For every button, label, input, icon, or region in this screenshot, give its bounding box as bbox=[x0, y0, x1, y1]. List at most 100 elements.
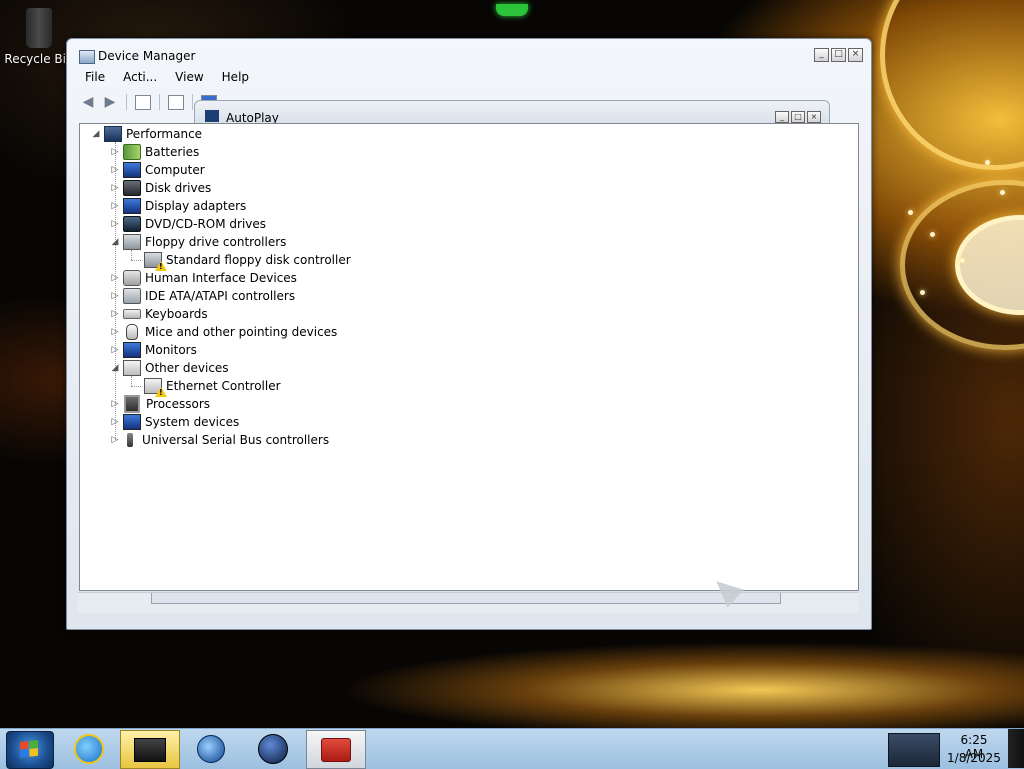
mouse-icon bbox=[126, 324, 138, 340]
tree-item-dvd-drives[interactable]: ▷ DVD/CD-ROM drives bbox=[109, 215, 266, 233]
expand-arrow-icon[interactable]: ▷ bbox=[109, 417, 121, 427]
tree-item-floppy-controllers[interactable]: ◢ Floppy drive controllers bbox=[109, 233, 286, 251]
desktop-icon-recycle-bin[interactable]: Recycle Bin bbox=[4, 8, 74, 66]
tree-item-label: Human Interface Devices bbox=[145, 271, 297, 285]
back-arrow-icon[interactable]: ◀ bbox=[79, 94, 97, 110]
tree-item-mice[interactable]: ▷ Mice and other pointing devices bbox=[109, 323, 337, 341]
tree-item-label: Processors bbox=[146, 397, 211, 411]
collapse-arrow-icon[interactable]: ◢ bbox=[109, 237, 121, 247]
expand-arrow-icon[interactable]: ▷ bbox=[109, 219, 121, 229]
tree-connector bbox=[131, 260, 141, 261]
tree-item-standard-floppy-controller[interactable]: Standard floppy disk controller bbox=[142, 251, 351, 271]
tray-camera-icon[interactable] bbox=[888, 733, 940, 767]
tree-item-label: DVD/CD-ROM drives bbox=[145, 217, 267, 231]
device-manager-icon bbox=[79, 50, 95, 64]
media-player-icon bbox=[197, 734, 225, 763]
tree-item-keyboards[interactable]: ▷ Keyboards bbox=[109, 305, 208, 323]
expand-arrow-icon[interactable]: ▷ bbox=[109, 165, 121, 175]
tree-item-processors[interactable]: ▷ Processors bbox=[109, 395, 210, 413]
tree-item-batteries[interactable]: ▷ Batteries bbox=[109, 143, 199, 161]
show-desktop-button[interactable] bbox=[1008, 729, 1024, 768]
processor-icon bbox=[124, 395, 140, 413]
expand-arrow-icon[interactable]: ▷ bbox=[109, 183, 121, 193]
expand-arrow-icon[interactable]: ▷ bbox=[109, 273, 121, 283]
expand-arrow-icon[interactable]: ▷ bbox=[109, 345, 121, 355]
wallpaper-sparkle bbox=[908, 210, 913, 215]
menu-action[interactable]: Acti... bbox=[117, 69, 163, 87]
tree-root-label: Performance bbox=[126, 127, 203, 141]
taskbar-app-media-player[interactable] bbox=[182, 730, 240, 767]
device-tree[interactable]: ◢ Performance ▷ Batteries ▷ Computer ▷ D… bbox=[79, 123, 859, 591]
autoplay-icon bbox=[205, 110, 219, 122]
console-tree-icon bbox=[135, 94, 151, 110]
tree-item-computer[interactable]: ▷ Computer bbox=[109, 161, 205, 179]
window-controls: _ □ × bbox=[814, 48, 863, 62]
dvd-drive-icon bbox=[123, 216, 141, 232]
ethernet-controller-warning-icon bbox=[144, 378, 167, 397]
collapse-arrow-icon[interactable]: ◢ bbox=[90, 129, 102, 139]
start-button[interactable] bbox=[6, 731, 54, 769]
expand-arrow-icon[interactable]: ▷ bbox=[109, 291, 121, 301]
toolbar-separator bbox=[192, 94, 193, 110]
expand-arrow-icon[interactable]: ▷ bbox=[109, 309, 121, 319]
ie-icon bbox=[74, 733, 104, 764]
collapse-arrow-icon[interactable]: ◢ bbox=[109, 363, 121, 373]
taskbar-app-toolbox[interactable] bbox=[306, 730, 366, 769]
taskbar-app-internet-explorer[interactable] bbox=[60, 730, 118, 767]
desktop-icon-label: Recycle Bin bbox=[4, 52, 74, 66]
tree-item-ide-controllers[interactable]: ▷ IDE ATA/ATAPI controllers bbox=[109, 287, 295, 305]
wallpaper-sparkle bbox=[985, 160, 990, 165]
tree-item-label: Mice and other pointing devices bbox=[145, 325, 338, 339]
tree-root[interactable]: ◢ Performance bbox=[90, 125, 202, 143]
tree-item-display-adapters[interactable]: ▷ Display adapters bbox=[109, 197, 246, 215]
tree-connector bbox=[131, 250, 132, 260]
show-hide-console-tree-button[interactable] bbox=[134, 94, 152, 110]
properties-icon bbox=[168, 94, 184, 110]
toolbox-icon bbox=[321, 737, 351, 762]
tree-item-ethernet-controller[interactable]: Ethernet Controller bbox=[142, 377, 281, 397]
ide-controller-icon bbox=[123, 288, 141, 304]
properties-button[interactable] bbox=[167, 94, 185, 110]
tree-item-human-interface-devices[interactable]: ▷ Human Interface Devices bbox=[109, 269, 297, 287]
expand-arrow-icon[interactable]: ▷ bbox=[109, 327, 121, 337]
maximize-button[interactable]: □ bbox=[831, 48, 846, 62]
status-bar bbox=[78, 592, 858, 613]
menu-bar: File Acti... View Help bbox=[79, 69, 863, 87]
expand-arrow-icon[interactable]: ▷ bbox=[109, 435, 121, 445]
clock-date[interactable]: 1/8/2025 bbox=[946, 751, 1002, 765]
expand-arrow-icon[interactable]: ▷ bbox=[109, 201, 121, 211]
autoplay-maximize-button[interactable]: □ bbox=[791, 111, 805, 123]
tree-connector bbox=[131, 386, 141, 387]
tree-item-label: Ethernet Controller bbox=[166, 379, 281, 393]
title-bar[interactable]: Device Manager _ □ × bbox=[67, 39, 871, 69]
tree-item-label: Disk drives bbox=[145, 181, 212, 195]
tree-item-label: Batteries bbox=[145, 145, 200, 159]
tree-item-label: Computer bbox=[145, 163, 205, 177]
minimize-button[interactable]: _ bbox=[814, 48, 829, 62]
battery-icon bbox=[123, 144, 141, 160]
taskbar bbox=[0, 728, 1024, 769]
display-adapter-icon bbox=[123, 198, 141, 214]
forward-arrow-icon[interactable]: ▶ bbox=[101, 94, 119, 110]
tree-item-system-devices[interactable]: ▷ System devices bbox=[109, 413, 239, 431]
taskbar-app-device-manager[interactable] bbox=[120, 730, 180, 769]
expand-arrow-icon[interactable]: ▷ bbox=[109, 147, 121, 157]
autoplay-minimize-button[interactable]: _ bbox=[775, 111, 789, 123]
menu-file[interactable]: File bbox=[79, 69, 111, 87]
disk-drive-icon bbox=[123, 180, 141, 196]
tree-item-label: Display adapters bbox=[145, 199, 247, 213]
close-button[interactable]: × bbox=[848, 48, 863, 62]
tree-connector bbox=[131, 376, 132, 386]
status-bar-panel bbox=[151, 593, 781, 604]
menu-view[interactable]: View bbox=[169, 69, 209, 87]
toolbar-separator bbox=[159, 94, 160, 110]
tree-item-disk-drives[interactable]: ▷ Disk drives bbox=[109, 179, 211, 197]
expand-arrow-icon[interactable]: ▷ bbox=[109, 399, 121, 409]
taskbar-app-globe[interactable] bbox=[244, 730, 302, 767]
computer-icon bbox=[104, 126, 122, 142]
tree-item-usb-controllers[interactable]: ▷ Universal Serial Bus controllers bbox=[109, 431, 329, 449]
menu-help[interactable]: Help bbox=[216, 69, 255, 87]
tree-item-monitors[interactable]: ▷ Monitors bbox=[109, 341, 197, 359]
tree-item-other-devices[interactable]: ◢ Other devices bbox=[109, 359, 229, 377]
autoplay-close-button[interactable]: × bbox=[807, 111, 821, 123]
